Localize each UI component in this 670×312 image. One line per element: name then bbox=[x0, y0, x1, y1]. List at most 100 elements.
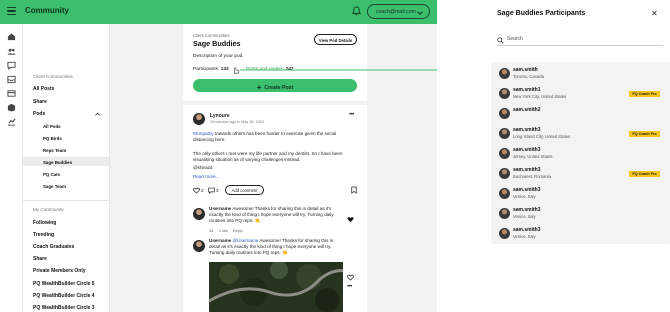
participants-panel: Sage Buddies Participants ✕ Search sam.s… bbox=[437, 0, 670, 312]
participant-row[interactable]: sam.smith1 New York City, United States … bbox=[491, 84, 670, 104]
sidebar-item-all-posts[interactable]: All Posts bbox=[33, 86, 54, 92]
sidebar-item-trending[interactable]: Trending bbox=[33, 232, 54, 238]
coach-pro-badge: PQ Coach Pro bbox=[629, 171, 660, 177]
sidebar-item-share-2[interactable]: Share bbox=[33, 256, 47, 262]
heart-filled-icon[interactable] bbox=[347, 216, 354, 223]
participant-row[interactable]: sam.smith3 Venice, Italy bbox=[491, 204, 670, 224]
participant-row[interactable]: sam.smith2 bbox=[491, 104, 670, 124]
comment-author[interactable]: Username bbox=[209, 206, 231, 211]
sidebar-item-pods[interactable]: Pods bbox=[33, 111, 45, 117]
comment-avatar[interactable] bbox=[193, 208, 205, 220]
bookmark-icon[interactable] bbox=[351, 186, 357, 194]
read-more-link[interactable]: Read more... bbox=[193, 174, 220, 179]
comment-icon[interactable] bbox=[208, 187, 215, 194]
participants-list: sam.smith Toronto, Canada sam.smith1 New… bbox=[491, 62, 670, 244]
section-divider bbox=[183, 101, 367, 105]
card-icon[interactable] bbox=[7, 89, 16, 98]
avatar bbox=[499, 68, 510, 79]
chevron-up-icon[interactable] bbox=[95, 112, 100, 116]
home-icon[interactable] bbox=[7, 32, 16, 41]
avatar[interactable] bbox=[193, 113, 205, 125]
likes-count: 2 bbox=[201, 188, 204, 193]
add-comment-button[interactable]: Add comment bbox=[225, 185, 264, 195]
participant-name: sam.smith3 bbox=[513, 187, 541, 193]
more-options-icon-2[interactable]: ••• bbox=[347, 284, 352, 290]
sidebar-item-wealthbuilder-4[interactable]: PQ WealthBuilder Circle 4 bbox=[33, 293, 95, 299]
coach-pro-badge: PQ Coach Pro bbox=[629, 91, 660, 97]
search-icon bbox=[497, 37, 504, 44]
avatar bbox=[499, 168, 510, 179]
participant-row[interactable]: sam.smith3 Long Island City, United Stat… bbox=[491, 124, 670, 144]
chart-icon[interactable] bbox=[7, 117, 16, 126]
chevron-down-icon bbox=[417, 9, 423, 15]
sidebar-pod-reps-team[interactable]: Reps Team bbox=[43, 148, 66, 153]
participant-name: sam.smith1 bbox=[513, 87, 541, 93]
search-input[interactable]: Search bbox=[497, 34, 663, 46]
post-author[interactable]: Lynoure bbox=[210, 113, 230, 119]
participant-name: sam.smith3 bbox=[513, 147, 541, 153]
participant-row[interactable]: sam.smith3 Venice, Italy bbox=[491, 224, 670, 244]
menu-icon[interactable] bbox=[7, 7, 16, 16]
sidebar-pod-pq-birds[interactable]: PQ Birds bbox=[43, 136, 62, 141]
create-post-label: Create Post bbox=[264, 84, 294, 91]
participant-location: Venice, Italy bbox=[513, 234, 536, 239]
sidebar-item-following[interactable]: Following bbox=[33, 220, 56, 226]
sidebar-pod-all[interactable]: All Pods bbox=[43, 124, 61, 129]
sidebar-pod-sage-buddies[interactable]: Sage Buddies bbox=[43, 160, 72, 165]
sidebar-item-wealthbuilder-3[interactable]: PQ WealthBuilder Circle 3 bbox=[33, 305, 95, 311]
mention-link[interactable]: @shirazd bbox=[193, 165, 212, 171]
close-icon[interactable]: ✕ bbox=[651, 9, 658, 18]
box-icon[interactable] bbox=[7, 103, 16, 112]
avatar bbox=[499, 148, 510, 159]
post-photo[interactable] bbox=[209, 262, 343, 312]
avatar bbox=[499, 188, 510, 199]
sidebar-item-private-members[interactable]: Private Members Only bbox=[33, 268, 86, 274]
avatar bbox=[499, 228, 510, 239]
comment-likes[interactable]: 1 like bbox=[219, 229, 228, 233]
participant-location: Venice, Italy bbox=[513, 214, 536, 219]
more-options-icon[interactable]: ••• bbox=[349, 112, 354, 118]
hashtag-link[interactable]: #Empathy bbox=[193, 131, 214, 136]
comment-avatar-2[interactable] bbox=[193, 240, 205, 252]
sidebar-item-share[interactable]: Share bbox=[33, 99, 47, 105]
people-icon[interactable] bbox=[7, 47, 16, 56]
cursor-hand-icon bbox=[234, 67, 240, 74]
participant-row[interactable]: sam.smith3 Bucharest, Romania PQ Coach P… bbox=[491, 164, 670, 184]
comment-text-2: Username @Username Awesome! Thanks for s… bbox=[209, 238, 334, 255]
post-meta: 15 minutes ago in May 18, 2024 bbox=[210, 120, 265, 124]
heart-outline-icon[interactable] bbox=[193, 187, 200, 194]
comment-author-2[interactable]: Username bbox=[209, 238, 231, 243]
participants-count[interactable]: 132 bbox=[221, 67, 229, 72]
participant-location: Bucharest, Romania bbox=[513, 174, 551, 179]
inbox-icon[interactable] bbox=[7, 75, 16, 84]
bell-icon[interactable] bbox=[352, 6, 361, 16]
comments-count: 3 bbox=[216, 188, 219, 193]
sidebar: Client Communities All Posts Share Pods … bbox=[23, 24, 110, 312]
comment-reply[interactable]: Reply bbox=[233, 229, 243, 233]
page-title: Sage Buddies bbox=[193, 39, 241, 48]
participant-row[interactable]: sam.smith3 Venice, Italy bbox=[491, 184, 670, 204]
participant-location: New York City, United States bbox=[513, 94, 567, 99]
sidebar-pod-pq-cats[interactable]: PQ Cats bbox=[43, 172, 60, 177]
plus-icon: + bbox=[256, 82, 262, 92]
breadcrumb[interactable]: Client Communities bbox=[193, 33, 229, 38]
participant-name: sam.smith3 bbox=[513, 127, 541, 133]
heart-outline-icon-2[interactable] bbox=[347, 274, 354, 281]
comment-text: Username Awesome! Thanks for sharing thi… bbox=[209, 206, 334, 223]
account-dropdown[interactable]: coach@mail.com bbox=[367, 4, 430, 19]
sidebar-item-coach-graduates[interactable]: Coach Graduates bbox=[33, 244, 74, 250]
participant-row[interactable]: sam.smith3 Jersey, United States bbox=[491, 144, 670, 164]
participant-location: Long Island City, United States bbox=[513, 134, 571, 139]
sidebar-item-wealthbuilder-5[interactable]: PQ WealthBuilder Circle 5 bbox=[33, 281, 95, 287]
participant-name: sam.smith bbox=[513, 67, 538, 73]
comment-mention[interactable]: @Username bbox=[233, 238, 259, 243]
view-pod-details-button[interactable]: View Pod Details bbox=[314, 34, 357, 45]
create-post-button[interactable]: + Create Post bbox=[193, 79, 357, 92]
post-body-2: The only others I met were my life partn… bbox=[193, 151, 343, 162]
chat-icon[interactable] bbox=[7, 61, 16, 70]
coach-pro-badge: PQ Coach Pro bbox=[629, 131, 660, 137]
sidebar-pod-sage-team[interactable]: Sage Team bbox=[43, 184, 66, 189]
icon-rail bbox=[0, 24, 23, 312]
participant-row[interactable]: sam.smith Toronto, Canada bbox=[491, 64, 670, 84]
participant-name: sam.smith3 bbox=[513, 227, 541, 233]
